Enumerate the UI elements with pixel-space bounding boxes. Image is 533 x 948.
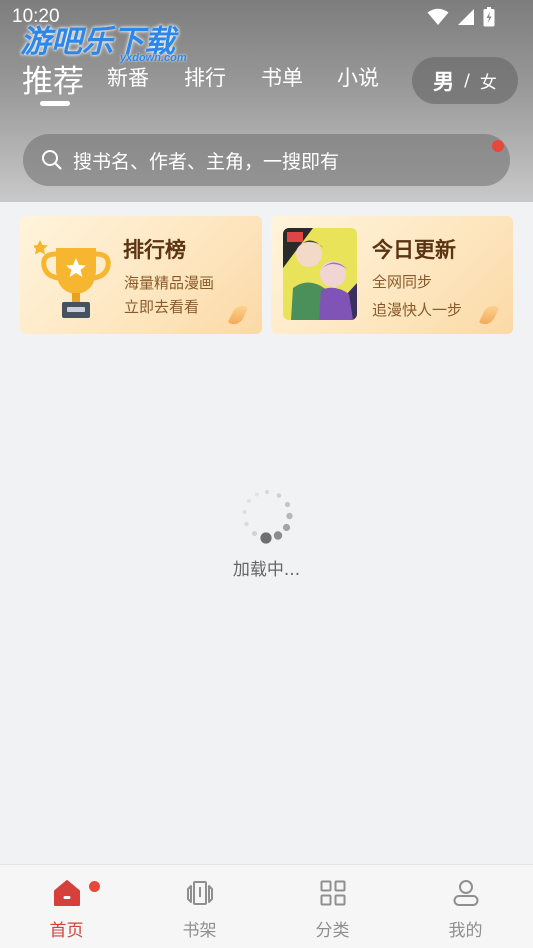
- status-icons: [427, 7, 495, 27]
- daily-update-card-line2: 追漫快人一步: [372, 301, 463, 319]
- home-badge-dot: [89, 881, 100, 892]
- profile-icon: [453, 880, 478, 906]
- home-icon: [53, 880, 80, 906]
- gender-female-option[interactable]: 女: [480, 68, 497, 93]
- tab-new-anime[interactable]: 新番: [107, 62, 149, 92]
- nav-home[interactable]: 首页: [0, 865, 133, 948]
- nav-home-label: 首页: [49, 921, 84, 941]
- trophy-icon: [34, 240, 111, 318]
- category-grid-icon: [320, 880, 345, 906]
- bottom-nav: 首页 书架 分类 我的: [0, 864, 533, 948]
- leaf-decoration: [478, 302, 500, 328]
- tab-booklist[interactable]: 书单: [261, 62, 303, 92]
- header: 10:20 游吧乐下载 yxdown.com 推荐 新番 排行 书单 小说 男 …: [0, 0, 533, 202]
- search-bar[interactable]: 搜书名、作者、主角，一搜即有: [23, 134, 510, 186]
- daily-update-card-title: 今日更新: [372, 238, 456, 262]
- nav-category-label: 分类: [315, 921, 350, 941]
- battery-icon: [483, 7, 495, 27]
- tab-novel[interactable]: 小说: [337, 62, 379, 92]
- nav-profile-label: 我的: [448, 921, 483, 941]
- loading-spinner-icon: [242, 490, 293, 544]
- search-placeholder: 搜书名、作者、主角，一搜即有: [73, 150, 340, 173]
- nav-category[interactable]: 分类: [266, 865, 399, 948]
- search-notification-dot: [492, 140, 504, 152]
- gender-separator: /: [464, 70, 470, 91]
- gender-toggle[interactable]: 男 / 女: [412, 57, 518, 104]
- daily-update-card[interactable]: 今日更新 全网同步 追漫快人一步: [271, 216, 513, 334]
- nav-bookshelf-label: 书架: [182, 921, 217, 941]
- ranking-card-line1: 海量精品漫画: [124, 274, 215, 292]
- gender-male-option[interactable]: 男: [433, 66, 454, 96]
- ranking-card-line2: 立即去看看: [124, 298, 200, 316]
- ranking-card-title: 排行榜: [123, 238, 186, 262]
- wifi-icon: [427, 8, 449, 25]
- tab-ranking[interactable]: 排行: [184, 62, 226, 92]
- leaf-decoration: [227, 302, 249, 328]
- nav-bookshelf[interactable]: 书架: [133, 865, 266, 948]
- search-icon: [42, 150, 62, 170]
- comic-cover-image: [283, 228, 357, 320]
- daily-update-card-line1: 全网同步: [372, 273, 433, 291]
- tab-recommend[interactable]: 推荐: [22, 56, 84, 101]
- ranking-card[interactable]: 排行榜 海量精品漫画 立即去看看: [20, 216, 262, 334]
- loading-text: 加载中...: [232, 560, 301, 580]
- active-tab-indicator: [40, 101, 70, 106]
- bookshelf-icon: [186, 881, 213, 905]
- nav-profile[interactable]: 我的: [399, 865, 532, 948]
- signal-icon: [458, 9, 474, 25]
